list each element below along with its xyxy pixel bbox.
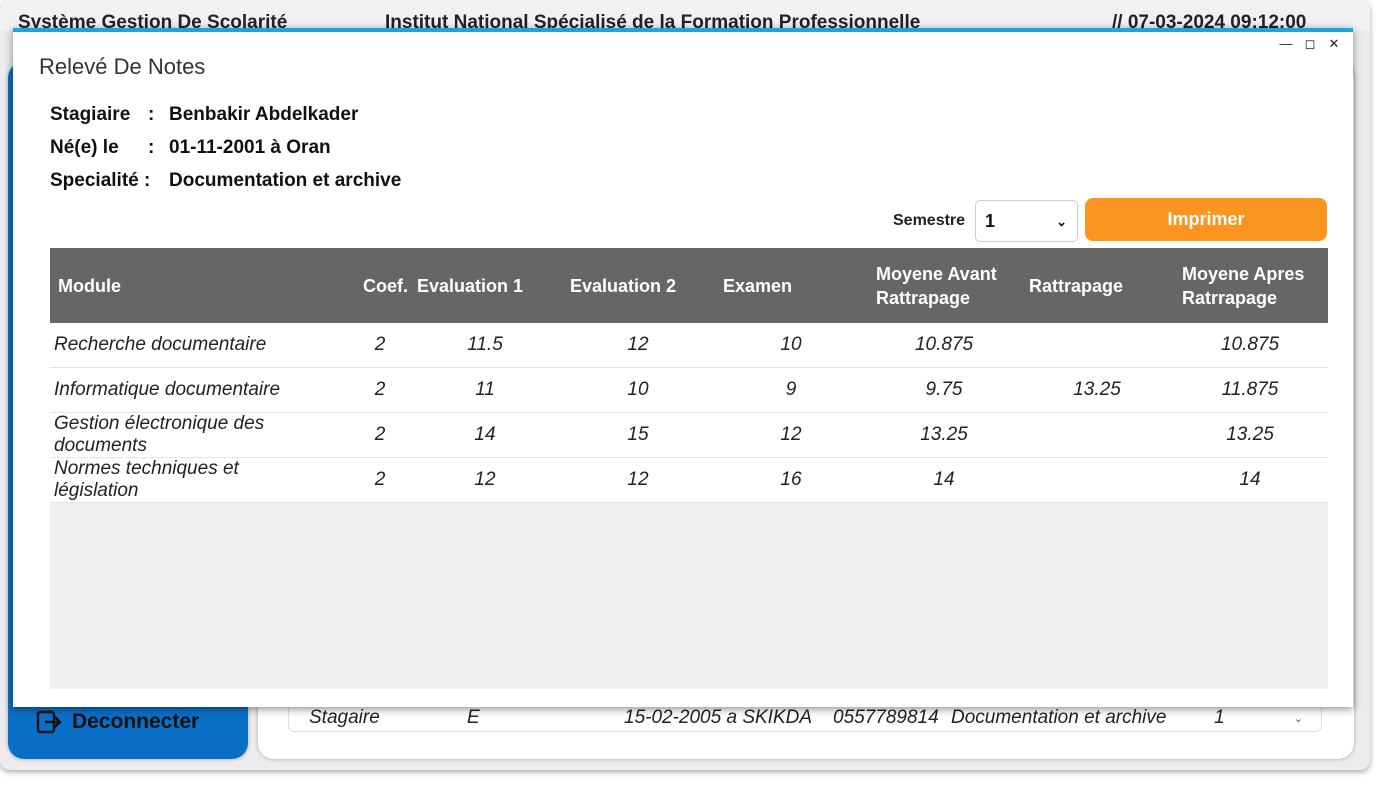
student-birth: 01-11-2001 à Oran xyxy=(169,137,331,158)
stagiaire-list-row[interactable]: Stagaire E 15-02-2005 a SKIKDA 055778981… xyxy=(288,704,1322,732)
separator: : xyxy=(148,137,155,158)
column-header-moyenne-avant-line2: Rattrapage xyxy=(876,287,971,308)
cell-module: Normes techniques et législation xyxy=(54,458,239,501)
window-controls: — ◻ ✕ xyxy=(1279,36,1341,52)
cell-evaluation-1: 11 xyxy=(475,379,495,400)
cell-moyenne-apres: 11.875 xyxy=(1221,379,1279,400)
maximize-icon[interactable]: ◻ xyxy=(1303,36,1317,52)
cell-evaluation-2: 10 xyxy=(627,379,649,400)
app-titlebar: Système Gestion De Scolarité Institut Na… xyxy=(0,0,1370,33)
row-phone: 0557789814 xyxy=(833,707,939,728)
cell-evaluation-1: 12 xyxy=(474,469,496,490)
cell-rattrapage xyxy=(1047,323,1147,367)
table-row[interactable]: Normes techniques et législation 2 12 12… xyxy=(50,458,1328,503)
cell-coef: 2 xyxy=(374,424,386,445)
cell-moyenne-avant: 10.875 xyxy=(914,334,974,355)
grades-table: Module Coef. Evaluation 1 Evaluation 2 E… xyxy=(50,248,1328,689)
cell-module: Informatique documentaire xyxy=(54,379,281,400)
cell-coef: 2 xyxy=(374,379,386,400)
cell-examen: 9 xyxy=(785,379,797,400)
column-header-moyenne-avant[interactable]: Moyene Avant Rattrapage xyxy=(876,248,997,323)
row-type: Stagaire xyxy=(309,707,380,728)
cell-evaluation-2: 12 xyxy=(627,334,649,355)
student-speciality-label: Specialité : xyxy=(50,170,151,191)
column-header-examen[interactable]: Examen xyxy=(723,248,792,323)
separator: : xyxy=(148,104,155,125)
minimize-icon[interactable]: — xyxy=(1279,36,1293,52)
semestre-value: 1 xyxy=(985,210,996,231)
close-icon[interactable]: ✕ xyxy=(1327,36,1341,52)
cell-evaluation-1: 11.5 xyxy=(467,334,503,355)
cell-rattrapage xyxy=(1047,413,1147,457)
cell-moyenne-avant: 13.25 xyxy=(920,424,968,445)
student-name: Benbakir Abdelkader xyxy=(169,104,359,125)
cell-examen: 12 xyxy=(780,424,802,445)
cell-coef: 2 xyxy=(374,469,386,490)
releve-de-notes-dialog: — ◻ ✕ Relevé De Notes Stagiaire : Benbak… xyxy=(13,28,1353,707)
column-header-moyenne-avant-line1: Moyene Avant xyxy=(876,263,997,284)
column-header-coef[interactable]: Coef. xyxy=(363,248,408,323)
column-header-evaluation-2[interactable]: Evaluation 2 xyxy=(570,248,676,323)
cell-module: Recherche documentaire xyxy=(54,334,267,355)
row-semestre: 1 xyxy=(1214,707,1225,728)
cell-evaluation-2: 15 xyxy=(627,424,649,445)
column-header-rattrapage[interactable]: Rattrapage xyxy=(1029,248,1123,323)
print-button[interactable]: Imprimer xyxy=(1085,198,1327,241)
table-row[interactable]: Recherche documentaire 2 11.5 12 10 10.8… xyxy=(50,323,1328,368)
cell-moyenne-avant: 14 xyxy=(933,469,955,490)
row-speciality: Documentation et archive xyxy=(951,707,1167,728)
cell-module: Gestion électronique des documents xyxy=(54,413,265,456)
cell-examen: 16 xyxy=(780,469,802,490)
cell-examen: 10 xyxy=(780,334,802,355)
logout-icon xyxy=(36,710,62,734)
logout-button[interactable]: Deconnecter xyxy=(36,702,199,742)
cell-evaluation-2: 12 xyxy=(627,469,649,490)
column-header-moyenne-apres-line2: Ratrrapage xyxy=(1182,287,1278,308)
cell-moyenne-avant: 9.75 xyxy=(925,379,963,400)
student-speciality: Documentation et archive xyxy=(169,170,402,191)
row-sexe: E xyxy=(467,707,480,728)
student-birth-label: Né(e) le xyxy=(50,137,119,158)
logout-label: Deconnecter xyxy=(72,710,200,733)
semestre-label: Semestre xyxy=(893,212,966,229)
scroll-down-icon[interactable]: ⌄ xyxy=(1294,712,1303,725)
table-row[interactable]: Informatique documentaire 2 11 10 9 9.75… xyxy=(50,368,1328,413)
cell-evaluation-1: 14 xyxy=(474,424,496,445)
column-header-moyenne-apres[interactable]: Moyene Apres Ratrrapage xyxy=(1182,248,1304,323)
cell-moyenne-apres: 13.25 xyxy=(1226,424,1274,445)
table-body: Recherche documentaire 2 11.5 12 10 10.8… xyxy=(50,323,1328,503)
student-name-label: Stagiaire xyxy=(50,104,131,125)
table-row[interactable]: Gestion électronique des documents 2 14 … xyxy=(50,413,1328,458)
column-header-module[interactable]: Module xyxy=(58,248,121,323)
cell-rattrapage xyxy=(1047,458,1147,502)
dialog-title: Relevé De Notes xyxy=(39,54,206,79)
chevron-down-icon: ⌄ xyxy=(1056,214,1067,229)
cell-rattrapage: 13.25 xyxy=(1073,379,1121,400)
row-birth: 15-02-2005 a SKIKDA xyxy=(624,707,813,728)
semestre-select[interactable]: 1 ⌄ xyxy=(975,200,1078,242)
cell-moyenne-apres: 14 xyxy=(1239,469,1261,490)
column-header-evaluation-1[interactable]: Evaluation 1 xyxy=(417,248,523,323)
cell-moyenne-apres: 10.875 xyxy=(1220,334,1280,355)
cell-coef: 2 xyxy=(374,334,386,355)
column-header-moyenne-apres-line1: Moyene Apres xyxy=(1182,263,1305,284)
table-header: Module Coef. Evaluation 1 Evaluation 2 E… xyxy=(50,248,1328,323)
